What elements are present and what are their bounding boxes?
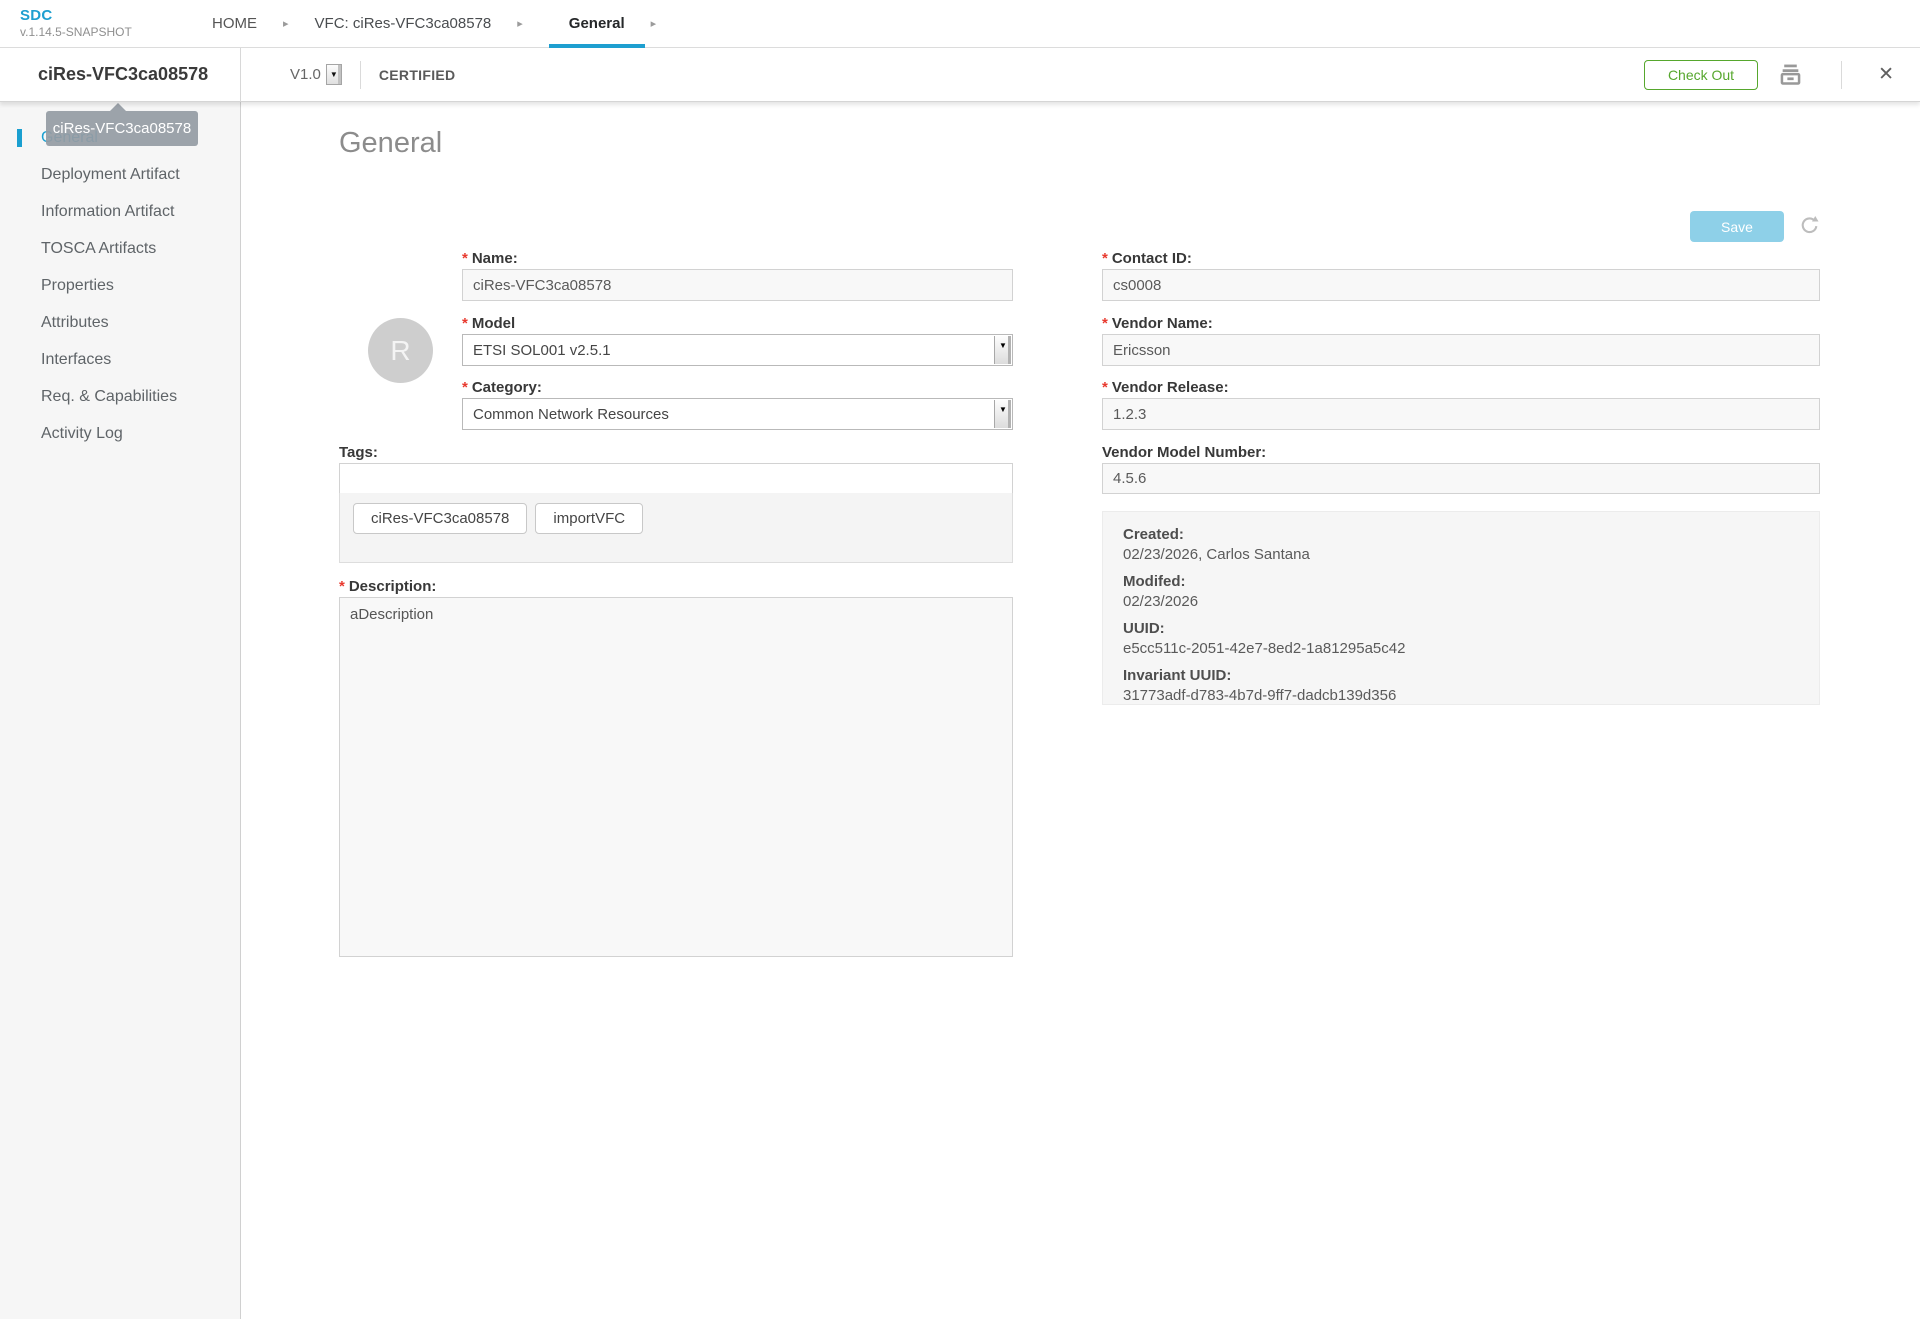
tags-input[interactable] (339, 463, 1013, 494)
app-version: v.1.14.5-SNAPSHOT (20, 25, 132, 39)
revert-icon[interactable] (1799, 214, 1820, 240)
toolbar-divider (1841, 60, 1843, 89)
sidebar-item-req-capabilities[interactable]: Req. & Capabilities (0, 378, 240, 415)
close-icon[interactable]: ✕ (1878, 63, 1894, 86)
tags-label-text: Tags: (339, 444, 378, 461)
tags-list: ciRes-VFC3ca08578 importVFC (339, 493, 1013, 563)
sidebar-item-information-artifact[interactable]: Information Artifact (0, 193, 240, 230)
resource-name-tooltip: ciRes-VFC3ca08578 (46, 103, 198, 146)
meta-invariant-uuid: Invariant UUID: 31773adf-d783-4b7d-9ff7-… (1123, 666, 1799, 706)
vendor-release-input[interactable] (1102, 398, 1820, 430)
model-label-text: Model (471, 315, 516, 332)
uuid-label: UUID: (1123, 620, 1165, 637)
app-logo-title: SDC (20, 7, 53, 24)
version-label: V1.0 (290, 66, 321, 83)
sidebar-item-activity-log[interactable]: Activity Log (0, 415, 240, 452)
uuid-value: e5cc511c-2051-42e7-8ed2-1a81295a5c42 (1123, 640, 1406, 657)
breadcrumb-separator-icon: ▸ (283, 18, 289, 30)
toolbar-main: V1.0 ▼ CERTIFIED Check Out ✕ (241, 48, 1920, 101)
vendor-name-label-text: Vendor Name: (1111, 315, 1213, 332)
contact-id-label-text: Contact ID: (1111, 250, 1192, 267)
breadcrumb-home[interactable]: HOME (212, 0, 257, 47)
toolbar-divider (359, 60, 361, 89)
metadata-panel: Created: 02/23/2026, Carlos Santana Modi… (1102, 511, 1820, 705)
contact-id-input[interactable] (1102, 269, 1820, 301)
description-label: * Description: (339, 578, 436, 595)
breadcrumb-separator-icon: ▸ (650, 18, 657, 30)
model-label: * Model (462, 315, 515, 332)
sidebar-item-interfaces[interactable]: Interfaces (0, 341, 240, 378)
required-asterisk: * (1102, 379, 1108, 396)
tag-chip[interactable]: ciRes-VFC3ca08578 (353, 503, 528, 534)
page-title: General (339, 127, 443, 159)
print-icon[interactable] (1779, 64, 1802, 85)
description-textarea[interactable]: aDescription (339, 597, 1013, 957)
vendor-release-label: * Vendor Release: (1102, 379, 1229, 396)
required-asterisk: * (1102, 315, 1108, 332)
print-icon-svg (1780, 64, 1801, 85)
created-value: 02/23/2026, Carlos Santana (1123, 546, 1310, 563)
name-label: * Name: (462, 250, 518, 267)
category-label-text: Category: (471, 379, 542, 396)
main-area: ciRes-VFC3ca08578 General Deployment Art… (0, 102, 1920, 1319)
name-label-text: Name: (471, 250, 518, 267)
model-select-value: ETSI SOL001 v2.5.1 (473, 341, 611, 359)
invariant-uuid-value: 31773adf-d783-4b7d-9ff7-dadcb139d356 (1123, 687, 1397, 704)
category-select[interactable]: Common Network Resources ▼ (462, 398, 1013, 430)
required-asterisk: * (339, 578, 345, 595)
version-selector[interactable]: V1.0 ▼ (290, 64, 342, 85)
resource-toolbar: ciRes-VFC3ca08578 V1.0 ▼ CERTIFIED Check… (0, 48, 1920, 102)
sidebar: ciRes-VFC3ca08578 General Deployment Art… (0, 102, 241, 1319)
avatar: R (368, 318, 433, 383)
contact-id-label: * Contact ID: (1102, 250, 1192, 267)
required-asterisk: * (462, 250, 468, 267)
modified-value: 02/23/2026 (1123, 593, 1199, 610)
category-label: * Category: (462, 379, 542, 396)
category-select-value: Common Network Resources (473, 405, 669, 423)
sidebar-item-properties[interactable]: Properties (0, 267, 240, 304)
check-out-button[interactable]: Check Out (1643, 59, 1759, 90)
lifecycle-state-badge: CERTIFIED (378, 66, 456, 83)
tags-label: Tags: (339, 444, 378, 461)
meta-modified: Modifed: 02/23/2026 (1123, 572, 1799, 612)
version-dropdown-button[interactable]: ▼ (325, 64, 342, 85)
invariant-uuid-label: Invariant UUID: (1123, 667, 1232, 684)
revert-icon-svg (1801, 215, 1819, 234)
description-label-text: Description: (348, 578, 437, 595)
name-input[interactable] (462, 269, 1013, 301)
vendor-name-label: * Vendor Name: (1102, 315, 1213, 332)
vendor-name-input[interactable] (1102, 334, 1820, 366)
breadcrumb-vfc[interactable]: VFC: ciRes-VFC3ca08578 (315, 0, 492, 47)
chevron-down-icon: ▼ (994, 336, 1011, 364)
vendor-model-number-label: Vendor Model Number: (1102, 444, 1266, 461)
vendor-model-number-input[interactable] (1102, 463, 1820, 494)
app-logo: SDC v.1.14.5-SNAPSHOT (0, 0, 212, 47)
breadcrumb-separator-icon: ▸ (517, 18, 523, 30)
required-asterisk: * (462, 379, 468, 396)
vendor-model-number-label-text: Vendor Model Number: (1102, 444, 1267, 461)
meta-uuid: UUID: e5cc511c-2051-42e7-8ed2-1a81295a5c… (1123, 619, 1799, 659)
general-form: General Save R *Name: *Model ETSI SOL001… (241, 102, 1920, 1319)
top-header: SDC v.1.14.5-SNAPSHOT HOME ▸ VFC: ciRes-… (0, 0, 1920, 48)
tag-chip[interactable]: importVFC (535, 503, 644, 534)
save-button[interactable]: Save (1690, 211, 1784, 242)
required-asterisk: * (1102, 250, 1108, 267)
sidebar-item-tosca-artifacts[interactable]: TOSCA Artifacts (0, 230, 240, 267)
sidebar-item-deployment-artifact[interactable]: Deployment Artifact (0, 156, 240, 193)
model-select[interactable]: ETSI SOL001 v2.5.1 ▼ (462, 334, 1013, 366)
breadcrumb: HOME ▸ VFC: ciRes-VFC3ca08578 ▸ General … (212, 0, 672, 48)
chevron-down-icon: ▼ (329, 70, 338, 79)
vendor-release-label-text: Vendor Release: (1111, 379, 1229, 396)
breadcrumb-general-active-tab[interactable]: General (548, 0, 645, 48)
chevron-down-icon: ▼ (994, 400, 1011, 428)
required-asterisk: * (462, 315, 468, 332)
sidebar-item-attributes[interactable]: Attributes (0, 304, 240, 341)
meta-created: Created: 02/23/2026, Carlos Santana (1123, 525, 1799, 565)
created-label: Created: (1123, 526, 1184, 543)
modified-label: Modifed: (1123, 573, 1186, 590)
resource-title: ciRes-VFC3ca08578 (0, 48, 241, 101)
